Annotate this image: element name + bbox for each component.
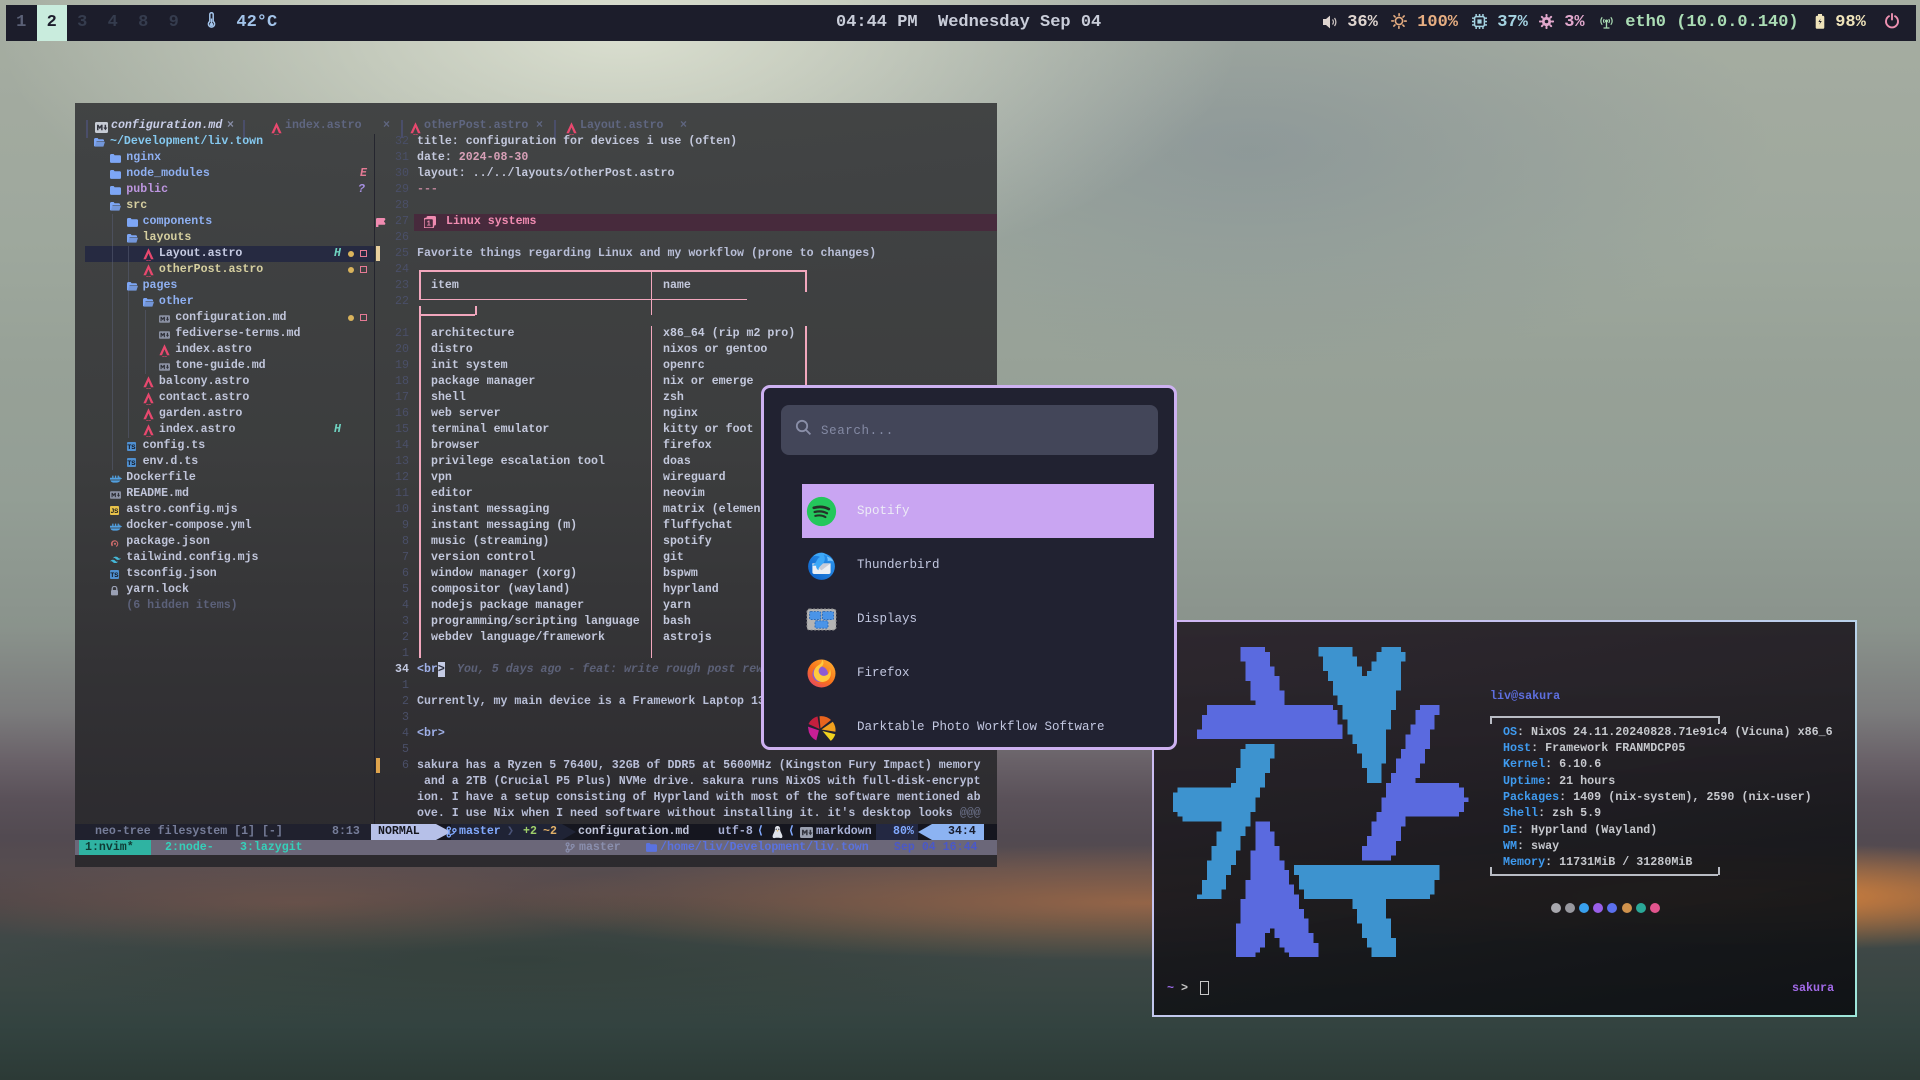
svg-text:TS: TS xyxy=(111,572,120,579)
svg-text:TS: TS xyxy=(127,444,136,451)
svg-text:TS: TS xyxy=(127,460,136,467)
svg-text:JS: JS xyxy=(111,508,119,515)
svg-text:1: 1 xyxy=(427,221,431,228)
